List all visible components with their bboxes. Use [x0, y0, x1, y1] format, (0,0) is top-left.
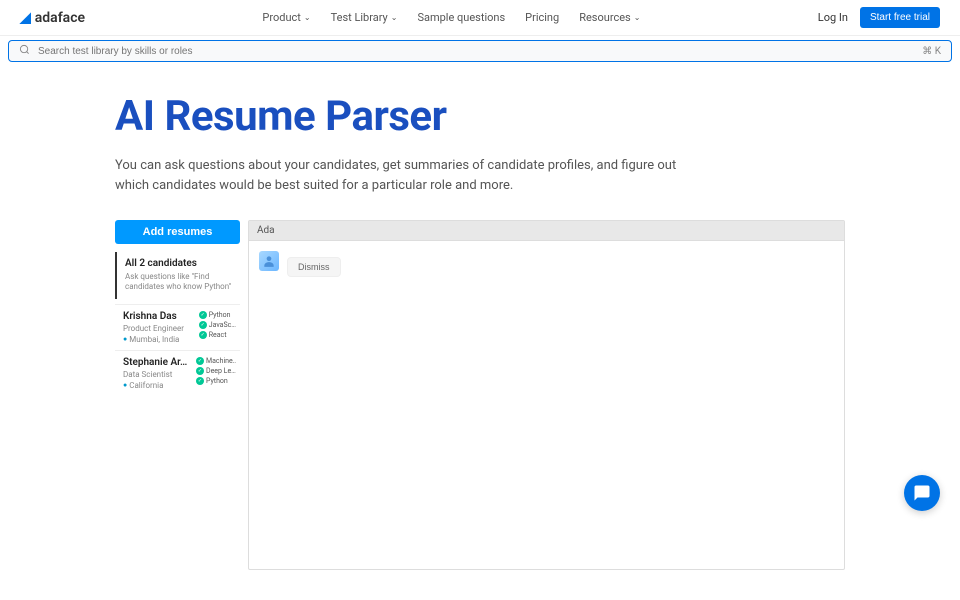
check-icon: ✓ [196, 377, 204, 385]
search-icon [19, 44, 30, 58]
check-icon: ✓ [196, 367, 204, 375]
logo-icon: ◢ [20, 10, 31, 26]
candidate-item[interactable]: Krishna Das Product Engineer ● Mumbai, I… [115, 304, 240, 350]
skill-tag: ✓Machine… [196, 357, 236, 365]
chat-icon [913, 484, 931, 502]
candidate-name: Krishna Das [123, 311, 193, 322]
bot-avatar [259, 251, 279, 271]
main-nav: Product ⌄ Test Library ⌄ Sample question… [262, 11, 640, 24]
candidate-location: ● California [123, 381, 190, 390]
nav-sample-questions[interactable]: Sample questions [417, 11, 505, 24]
nav-product[interactable]: Product ⌄ [262, 11, 310, 24]
chat-header: Ada [249, 221, 844, 241]
candidate-location: ● Mumbai, India [123, 335, 193, 344]
location-icon: ● [123, 335, 127, 343]
all-candidates-hint: Ask questions like "Find candidates who … [125, 272, 232, 293]
brand-name: adaface [35, 10, 85, 26]
check-icon: ✓ [199, 311, 207, 319]
skill-tag: ✓React [199, 331, 236, 339]
sidebar: Add resumes All 2 candidates Ask questio… [115, 220, 240, 570]
location-icon: ● [123, 381, 127, 389]
nav-test-library[interactable]: Test Library ⌄ [331, 11, 398, 24]
candidate-item[interactable]: Stephanie Ar… Data Scientist ● Californi… [115, 350, 240, 396]
chevron-down-icon: ⌄ [304, 13, 311, 22]
nav-resources[interactable]: Resources ⌄ [579, 11, 640, 24]
logo[interactable]: ◢ adaface [20, 10, 85, 26]
add-resumes-button[interactable]: Add resumes [115, 220, 240, 244]
keyboard-shortcut: ⌘ K [922, 46, 941, 57]
candidate-name: Stephanie Ar… [123, 357, 190, 368]
chat-panel: Ada Dismiss [248, 220, 845, 570]
chat-message: Dismiss [259, 251, 834, 277]
skill-tag: ✓JavaSc… [199, 321, 236, 329]
skill-tag: ✓Python [196, 377, 236, 385]
chevron-down-icon: ⌄ [391, 13, 398, 22]
login-link[interactable]: Log In [818, 11, 848, 24]
page-title: AI Resume Parser [115, 92, 845, 141]
nav-pricing[interactable]: Pricing [525, 11, 559, 24]
candidate-role: Product Engineer [123, 324, 193, 333]
all-candidates-title: All 2 candidates [125, 258, 232, 269]
candidate-role: Data Scientist [123, 370, 190, 379]
check-icon: ✓ [199, 331, 207, 339]
check-icon: ✓ [196, 357, 204, 365]
page-description: You can ask questions about your candida… [115, 156, 695, 195]
dismiss-button[interactable]: Dismiss [287, 257, 341, 277]
skill-tag: ✓Python [199, 311, 236, 319]
all-candidates-section[interactable]: All 2 candidates Ask questions like "Fin… [115, 252, 240, 299]
search-input[interactable] [38, 46, 922, 57]
check-icon: ✓ [199, 321, 207, 329]
skill-tag: ✓Deep Le… [196, 367, 236, 375]
chevron-down-icon: ⌄ [634, 13, 641, 22]
help-chat-button[interactable] [904, 475, 940, 511]
start-trial-button[interactable]: Start free trial [860, 7, 940, 28]
search-bar[interactable]: ⌘ K [8, 40, 952, 62]
